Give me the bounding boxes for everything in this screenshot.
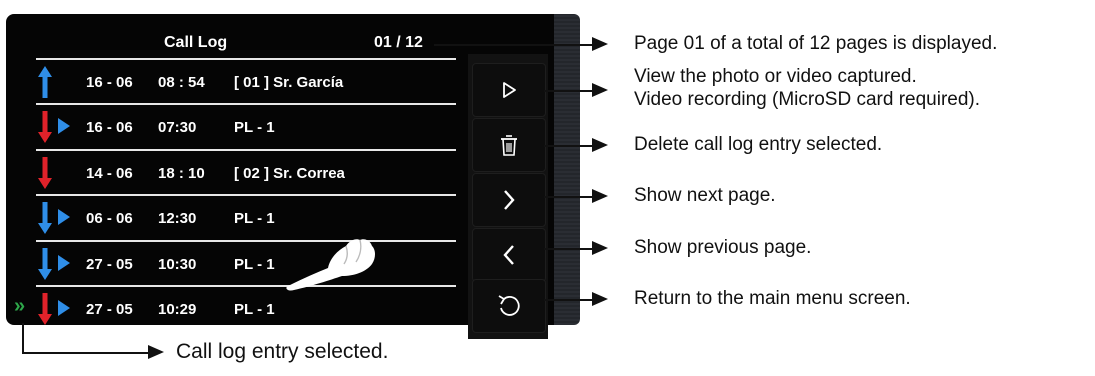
divider xyxy=(36,240,456,242)
delete-button[interactable] xyxy=(472,118,546,172)
call-source: PL - 1 xyxy=(234,301,275,318)
return-button[interactable] xyxy=(472,279,546,333)
call-date: 27 - 05 xyxy=(86,301,133,318)
callout-delete: Delete call log entry selected. xyxy=(634,134,883,155)
call-source: PL - 1 xyxy=(234,210,275,227)
callout-view-line1: View the photo or video captured. xyxy=(634,66,917,87)
return-icon xyxy=(498,295,520,316)
callout-line xyxy=(544,196,594,198)
callout-page: Page 01 of a total of 12 pages is displa… xyxy=(634,33,998,54)
divider xyxy=(36,194,456,196)
call-date: 06 - 06 xyxy=(86,210,133,227)
list-item[interactable]: 14 - 06 18 : 10 [ 02 ] Sr. Correa xyxy=(36,153,456,191)
list-item-selected[interactable]: » 27 - 05 10:29 PL - 1 xyxy=(14,289,456,327)
chevron-left-icon xyxy=(503,245,514,265)
divider xyxy=(36,58,456,60)
screen-frame xyxy=(554,14,580,325)
play-button[interactable] xyxy=(472,63,546,117)
callout-line xyxy=(544,299,594,301)
missed-call-icon xyxy=(38,293,52,325)
media-available-icon xyxy=(58,118,70,134)
arrow-head-icon xyxy=(592,241,608,255)
selection-marker-icon: » xyxy=(14,295,26,317)
list-item[interactable]: 06 - 06 12:30 PL - 1 xyxy=(36,198,456,236)
callout-return: Return to the main menu screen. xyxy=(634,288,911,309)
call-time: 18 : 10 xyxy=(158,165,205,182)
callout-line xyxy=(22,352,152,354)
call-date: 16 - 06 xyxy=(86,74,133,91)
chevron-right-icon xyxy=(504,190,515,210)
list-item[interactable]: 16 - 06 07:30 PL - 1 xyxy=(36,107,456,145)
arrow-head-icon xyxy=(592,292,608,306)
callout-line xyxy=(544,90,594,92)
arrow-head-icon xyxy=(592,83,608,97)
list-item[interactable]: 27 - 05 10:30 PL - 1 xyxy=(36,244,456,282)
divider xyxy=(36,149,456,151)
call-source: PL - 1 xyxy=(234,256,275,273)
call-date: 16 - 06 xyxy=(86,119,133,136)
callout-line xyxy=(544,145,594,147)
intercom-screen: Call Log 01 / 12 16 - 06 08 : 54 [ 01 ] … xyxy=(6,14,580,339)
callout-view-line2: Video recording (MicroSD card required). xyxy=(634,89,981,110)
call-time: 10:29 xyxy=(158,301,197,318)
media-available-icon xyxy=(58,300,70,316)
incoming-call-icon xyxy=(38,66,52,98)
call-source: [ 02 ] Sr. Correa xyxy=(234,165,345,182)
play-icon xyxy=(503,82,516,98)
arrow-head-icon xyxy=(592,37,608,51)
previous-page-button[interactable] xyxy=(472,228,546,282)
callout-line xyxy=(434,44,594,46)
callout-line xyxy=(22,323,24,353)
call-source: PL - 1 xyxy=(234,119,275,136)
callout-selected: Call log entry selected. xyxy=(176,340,389,363)
arrow-head-icon xyxy=(148,345,164,359)
divider xyxy=(36,285,456,287)
call-time: 12:30 xyxy=(158,210,197,227)
call-time: 10:30 xyxy=(158,256,197,273)
media-available-icon xyxy=(58,255,70,271)
trash-icon xyxy=(501,135,517,156)
call-time: 08 : 54 xyxy=(158,74,205,91)
divider xyxy=(36,103,456,105)
media-available-icon xyxy=(58,209,70,225)
answered-call-icon xyxy=(38,202,52,234)
missed-call-icon xyxy=(38,111,52,143)
page-indicator: 01 / 12 xyxy=(374,34,423,51)
answered-call-icon xyxy=(38,248,52,280)
callout-previous: Show previous page. xyxy=(634,237,812,258)
arrow-head-icon xyxy=(592,138,608,152)
callout-next: Show next page. xyxy=(634,185,776,206)
pointing-hand-icon xyxy=(286,239,375,291)
next-page-button[interactable] xyxy=(472,173,546,227)
call-time: 07:30 xyxy=(158,119,197,136)
arrow-head-icon xyxy=(592,189,608,203)
missed-call-icon xyxy=(38,157,52,189)
call-date: 14 - 06 xyxy=(86,165,133,182)
callout-line xyxy=(544,248,594,250)
screen-title: Call Log xyxy=(164,34,228,51)
call-date: 27 - 05 xyxy=(86,256,133,273)
list-item[interactable]: 16 - 06 08 : 54 [ 01 ] Sr. García xyxy=(36,62,456,100)
call-source: [ 01 ] Sr. García xyxy=(234,74,344,91)
